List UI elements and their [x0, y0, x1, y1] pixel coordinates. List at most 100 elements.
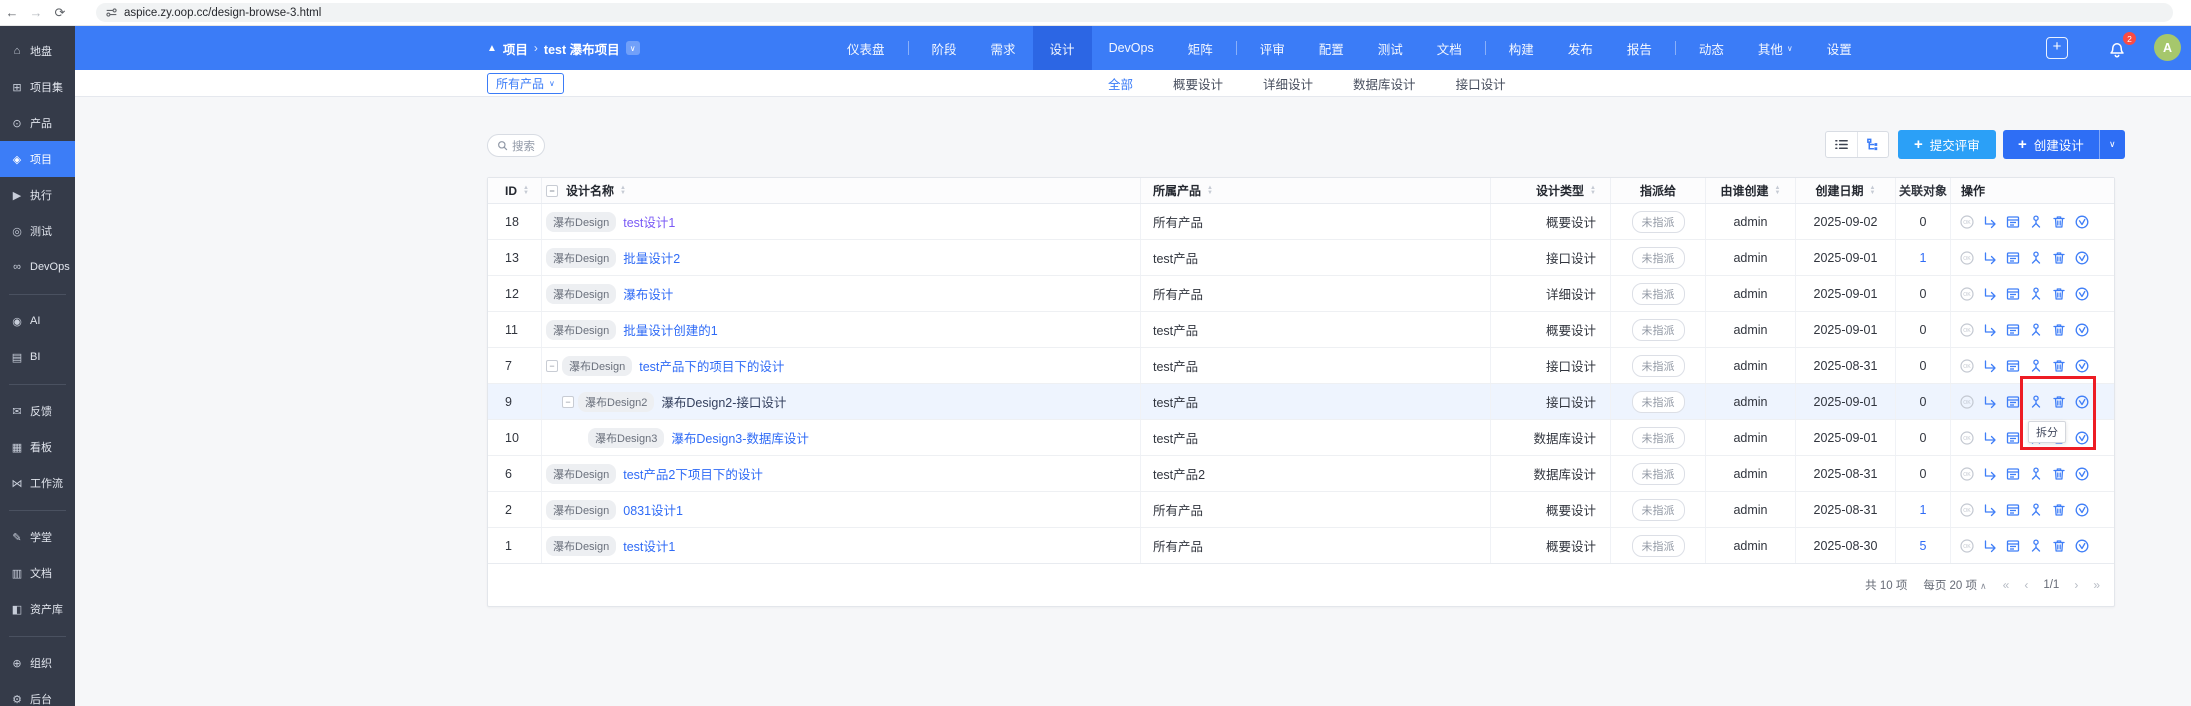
- split-icon[interactable]: [2028, 502, 2044, 518]
- design-name-link[interactable]: 瀑布设计: [623, 284, 673, 303]
- linked-objects-count[interactable]: 0: [1920, 395, 1927, 409]
- delete-icon[interactable]: [2051, 286, 2067, 302]
- transfer-icon[interactable]: [1982, 214, 1998, 230]
- form-icon[interactable]: [2005, 394, 2021, 410]
- delete-icon[interactable]: [2051, 250, 2067, 266]
- linked-objects-count[interactable]: 0: [1920, 323, 1927, 337]
- design-name-link[interactable]: test设计1: [623, 212, 675, 231]
- main-menu-item[interactable]: 阶段: [915, 26, 974, 70]
- main-menu-item[interactable]: 设计: [1033, 26, 1092, 70]
- last-page-button[interactable]: »: [2093, 578, 2100, 592]
- main-menu-item[interactable]: 报告: [1610, 26, 1669, 70]
- column-header[interactable]: − 设计名称 ▲▼: [542, 178, 1141, 203]
- review-circle-icon[interactable]: [2074, 214, 2090, 230]
- sidebar-item[interactable]: ⊕ 组织: [0, 645, 75, 681]
- list-view-button[interactable]: [1826, 132, 1857, 157]
- design-name-link[interactable]: test产品2下项目下的设计: [623, 464, 763, 483]
- split-icon[interactable]: [2028, 466, 2044, 482]
- column-header[interactable]: 指派给 ▲▼: [1611, 178, 1706, 203]
- collapse-all-toggle[interactable]: −: [546, 185, 558, 197]
- design-type-tab[interactable]: 详细设计: [1263, 74, 1313, 93]
- search-input[interactable]: 搜索: [487, 134, 545, 157]
- table-row[interactable]: 2 瀑布Design 0831设计1 所有产品 概要设计 未指派 admin 2…: [488, 492, 2114, 528]
- tree-view-button[interactable]: [1857, 132, 1888, 157]
- browser-back-icon[interactable]: ←: [0, 5, 24, 20]
- sidebar-item[interactable]: ⚙ 后台: [0, 681, 75, 706]
- linked-objects-count[interactable]: 1: [1920, 503, 1927, 517]
- review-circle-icon[interactable]: [2074, 538, 2090, 554]
- table-row[interactable]: 12 瀑布Design 瀑布设计 所有产品 详细设计 未指派 admin 202…: [488, 276, 2114, 312]
- transfer-icon[interactable]: [1982, 394, 1998, 410]
- linked-objects-count[interactable]: 0: [1920, 467, 1927, 481]
- sidebar-item[interactable]: ▦ 看板: [0, 429, 75, 465]
- transfer-icon[interactable]: [1982, 538, 1998, 554]
- transfer-icon[interactable]: [1982, 358, 1998, 374]
- column-header[interactable]: 创建日期 ▲▼: [1796, 178, 1896, 203]
- form-icon[interactable]: [2005, 322, 2021, 338]
- split-icon[interactable]: [2028, 214, 2044, 230]
- sidebar-item[interactable]: ✉ 反馈: [0, 393, 75, 429]
- main-menu-item[interactable]: DevOps: [1092, 26, 1171, 70]
- design-name-link[interactable]: 瀑布Design3-数据库设计: [671, 428, 809, 447]
- design-name-link[interactable]: test产品下的项目下的设计: [639, 356, 784, 375]
- linked-objects-count[interactable]: 0: [1920, 215, 1927, 229]
- split-icon[interactable]: [2028, 538, 2044, 554]
- main-menu-item[interactable]: 测试: [1361, 26, 1420, 70]
- sort-icon[interactable]: ▲▼: [1590, 186, 1596, 195]
- sort-icon[interactable]: ▲▼: [523, 186, 529, 195]
- design-name-link[interactable]: 0831设计1: [623, 500, 683, 519]
- main-menu-item[interactable]: 矩阵: [1171, 26, 1230, 70]
- sort-icon[interactable]: ▲▼: [1775, 186, 1781, 195]
- column-header[interactable]: 由谁创建 ▲▼: [1706, 178, 1796, 203]
- delete-icon[interactable]: [2051, 214, 2067, 230]
- transfer-icon[interactable]: [1982, 322, 1998, 338]
- review-circle-icon[interactable]: [2074, 286, 2090, 302]
- table-row[interactable]: 18 瀑布Design test设计1 所有产品 概要设计 未指派 admin …: [488, 204, 2114, 240]
- browser-forward-icon[interactable]: →: [24, 5, 48, 20]
- split-icon[interactable]: [2028, 394, 2044, 410]
- sidebar-item[interactable]: ◧ 资产库: [0, 591, 75, 627]
- create-design-caret-button[interactable]: ∨: [2099, 130, 2125, 159]
- table-row[interactable]: 11 瀑布Design 批量设计创建的1 test产品 概要设计 未指派 adm…: [488, 312, 2114, 348]
- split-icon[interactable]: [2028, 322, 2044, 338]
- sort-icon[interactable]: ▲▼: [620, 186, 626, 195]
- sidebar-item[interactable]: ⊞ 项目集: [0, 69, 75, 105]
- design-type-tab[interactable]: 接口设计: [1456, 74, 1506, 93]
- column-header[interactable]: 设计类型 ▲▼: [1491, 178, 1611, 203]
- review-circle-icon[interactable]: [2074, 394, 2090, 410]
- form-icon[interactable]: [2005, 214, 2021, 230]
- collapse-toggle[interactable]: −: [546, 360, 558, 372]
- transfer-icon[interactable]: [1982, 286, 1998, 302]
- split-icon[interactable]: [2028, 358, 2044, 374]
- notifications-button[interactable]: 2: [2105, 36, 2129, 60]
- design-name-link[interactable]: 批量设计创建的1: [623, 320, 717, 339]
- design-name-link[interactable]: 批量设计2: [623, 248, 680, 267]
- form-icon[interactable]: [2005, 286, 2021, 302]
- transfer-icon[interactable]: [1982, 250, 1998, 266]
- delete-icon[interactable]: [2051, 394, 2067, 410]
- column-header[interactable]: 所属产品 ▲▼: [1141, 178, 1491, 203]
- collapse-toggle[interactable]: −: [562, 396, 574, 408]
- review-circle-icon[interactable]: [2074, 250, 2090, 266]
- sidebar-item[interactable]: ▤ BI: [0, 339, 75, 375]
- design-type-tab[interactable]: 全部: [1108, 74, 1133, 93]
- sidebar-item[interactable]: ◎ 测试: [0, 213, 75, 249]
- sort-icon[interactable]: ▲▼: [1870, 186, 1876, 195]
- first-page-button[interactable]: «: [2003, 578, 2010, 592]
- linked-objects-count[interactable]: 0: [1920, 359, 1927, 373]
- project-switch-caret-icon[interactable]: ∨: [626, 41, 640, 55]
- browser-address-bar[interactable]: aspice.zy.oop.cc/design-browse-3.html: [96, 3, 2173, 22]
- create-design-button[interactable]: + 创建设计 ∨: [2003, 130, 2125, 159]
- main-menu-item[interactable]: 仪表盘: [830, 26, 902, 70]
- form-icon[interactable]: [2005, 538, 2021, 554]
- review-circle-icon[interactable]: [2074, 322, 2090, 338]
- review-circle-icon[interactable]: [2074, 502, 2090, 518]
- column-header[interactable]: 操作 ▲▼: [1951, 178, 2114, 203]
- transfer-icon[interactable]: [1982, 466, 1998, 482]
- main-menu-item[interactable]: 需求: [974, 26, 1033, 70]
- table-row[interactable]: 13 瀑布Design 批量设计2 test产品 接口设计 未指派 admin …: [488, 240, 2114, 276]
- sidebar-item[interactable]: ⊙ 产品: [0, 105, 75, 141]
- sort-icon[interactable]: ▲▼: [1207, 186, 1213, 195]
- prev-page-button[interactable]: ‹: [2024, 578, 2028, 592]
- main-menu-item[interactable]: 设置: [1810, 26, 1869, 70]
